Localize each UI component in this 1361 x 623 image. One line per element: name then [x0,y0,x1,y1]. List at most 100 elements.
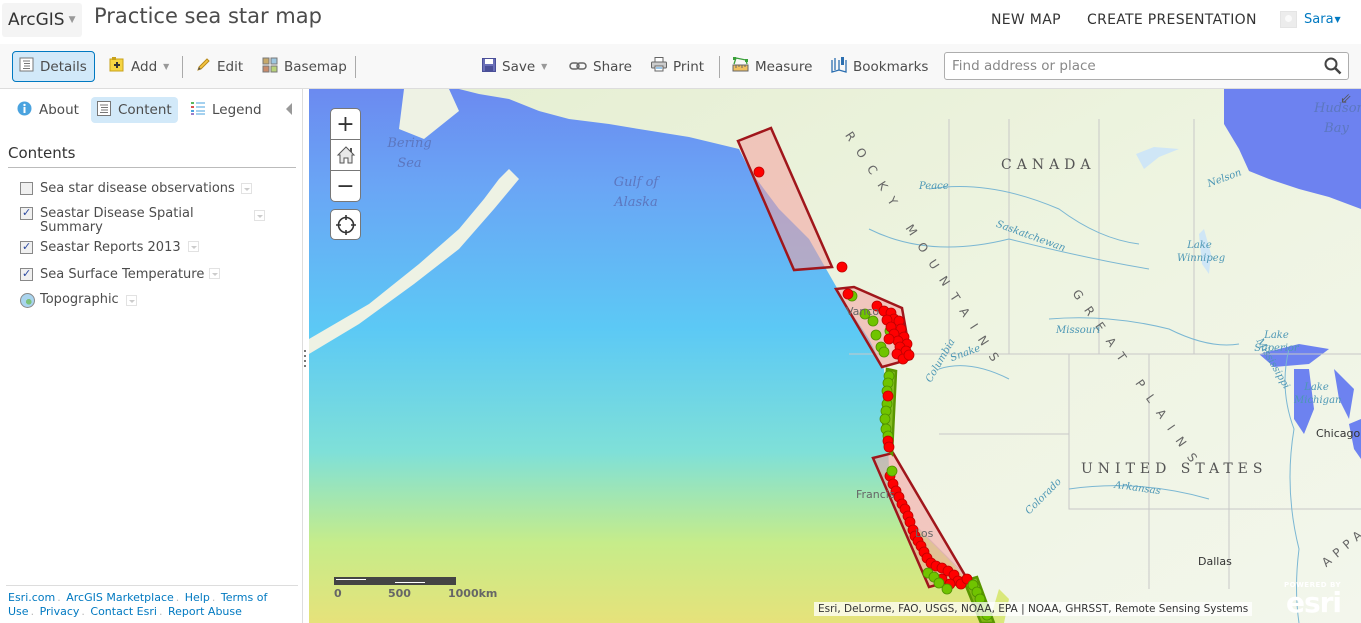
search-input[interactable] [945,53,1305,79]
layer-options-icon[interactable] [254,210,265,221]
healthy-point[interactable] [886,465,898,477]
layer-label[interactable]: Sea Surface Temperature [40,268,204,282]
label-missouri: Missouri [1056,325,1101,336]
add-button[interactable]: Add ▼ [103,51,175,82]
zoom-in-button[interactable]: + [331,109,360,140]
details-button[interactable]: Details [12,51,95,82]
user-menu[interactable]: Sara ▼ [1280,11,1341,28]
divider [6,585,298,586]
measure-button[interactable]: Measure [726,51,818,82]
healthy-point[interactable] [879,413,891,425]
fullscreen-icon[interactable]: ⇙ [1340,91,1352,107]
layer-visibility-checkbox[interactable] [20,267,33,281]
disease-point[interactable] [882,390,894,402]
save-button[interactable]: Save ▼ [476,51,553,82]
details-label: Details [40,58,87,75]
create-presentation-link[interactable]: CREATE PRESENTATION [1087,12,1257,28]
edit-button[interactable]: Edit [190,51,249,82]
label-hudson-bay: Hudson Bay [1314,101,1361,136]
toolbar-divider [719,56,720,78]
layer-label[interactable]: Seastar Disease Spatial Summary [40,207,210,235]
add-label: Add [131,58,158,75]
layer-label[interactable]: Topographic [40,293,119,307]
report-abuse-link[interactable]: Report Abuse [168,605,242,618]
bookmark-icon [831,56,847,77]
basemap-label: Basemap [284,58,347,75]
layer-label[interactable]: Seastar Reports 2013 [40,241,181,255]
layer-visibility-checkbox[interactable] [20,182,33,195]
contact-link[interactable]: Contact Esri [90,605,157,618]
bookmarks-label: Bookmarks [853,58,929,75]
layer-visibility-checkbox[interactable] [20,206,33,220]
layer-visibility-checkbox[interactable] [20,240,33,254]
toolbar: Details Add ▼ Edit Basemap Save ▼ Share [0,44,1361,89]
layer-item: Sea Surface Temperature [20,267,204,282]
chevron-down-icon: ▼ [68,15,76,25]
arcgis-menu[interactable]: ArcGIS ▼ [2,3,82,37]
disease-point[interactable] [842,288,854,300]
healthy-point[interactable] [870,329,882,341]
label-gulf-of-alaska: Gulf of Alaska [613,175,659,210]
measure-label: Measure [755,58,813,75]
tab-about[interactable]: About [11,97,85,123]
crosshair-icon [335,214,356,235]
disease-point[interactable] [753,166,765,178]
tab-legend[interactable]: Legend [185,97,268,123]
collapse-panel-icon[interactable] [286,103,292,115]
bookmarks-button[interactable]: Bookmarks [825,51,934,82]
disease-point[interactable] [883,333,895,345]
info-icon [17,101,32,120]
label-los-angeles: Los [915,527,934,540]
edit-label: Edit [217,58,244,75]
plus-icon: + [336,111,355,137]
layer-options-icon[interactable] [126,295,137,306]
new-map-link[interactable]: NEW MAP [991,12,1061,28]
disease-point[interactable] [903,349,915,361]
sea-star-layers [736,126,996,623]
legend-icon [191,101,205,119]
layer-item: Topographic [20,293,119,308]
marketplace-link[interactable]: ArcGIS Marketplace [66,591,174,604]
layer-label[interactable]: Sea star disease observations [40,182,235,196]
map-view[interactable]: Bering Sea Gulf of Alaska Hudson Bay CAN… [309,89,1361,623]
esri-link[interactable]: Esri.com [8,591,55,604]
label-san-francisco: Francis [856,488,895,501]
divider [8,167,296,168]
home-button[interactable] [331,140,360,171]
layer-options-icon[interactable] [241,183,252,194]
scale-bar: 0 500 1000km [334,577,497,601]
panel-resize-handle[interactable] [304,350,307,370]
disease-point[interactable] [883,441,895,453]
summary-polygon-alaska[interactable] [736,126,834,272]
map-attribution: Esri, DeLorme, FAO, USGS, NOAA, EPA | NO… [814,602,1253,616]
panel-footer: Esri.com. ArcGIS Marketplace. Help. Term… [8,591,268,618]
chevron-down-icon: ▼ [541,62,548,71]
home-icon [336,146,355,164]
label-united-states: UNITED STATES [1081,461,1268,477]
layer-options-icon[interactable] [188,241,199,252]
locate-button[interactable] [330,209,361,240]
help-link[interactable]: Help [185,591,210,604]
scale-label-mid: 500 [388,587,411,600]
scale-bar-graphic [334,577,456,585]
share-link-icon [569,59,587,75]
layer-options-icon[interactable] [209,268,220,279]
toolbar-divider [355,56,356,78]
save-label: Save [502,58,536,75]
basemap-button[interactable]: Basemap [256,51,353,82]
tab-legend-label: Legend [212,102,262,118]
side-panel: About Content Legend Contents Sea star d… [0,89,303,623]
label-bering-sea: Bering Sea [387,136,432,171]
privacy-link[interactable]: Privacy [40,605,80,618]
basemap-icon [262,57,278,77]
tab-content[interactable]: Content [91,97,178,123]
print-button[interactable]: Print [645,51,710,82]
chevron-down-icon: ▼ [163,62,170,71]
zoom-out-button[interactable]: − [331,171,360,202]
search-icon[interactable] [1324,57,1342,79]
healthy-point[interactable] [941,583,953,595]
healthy-point[interactable] [878,346,890,358]
disease-point[interactable] [836,261,848,273]
share-button[interactable]: Share [563,51,638,82]
esri-logo[interactable]: POWERED BY esri [1284,581,1342,617]
